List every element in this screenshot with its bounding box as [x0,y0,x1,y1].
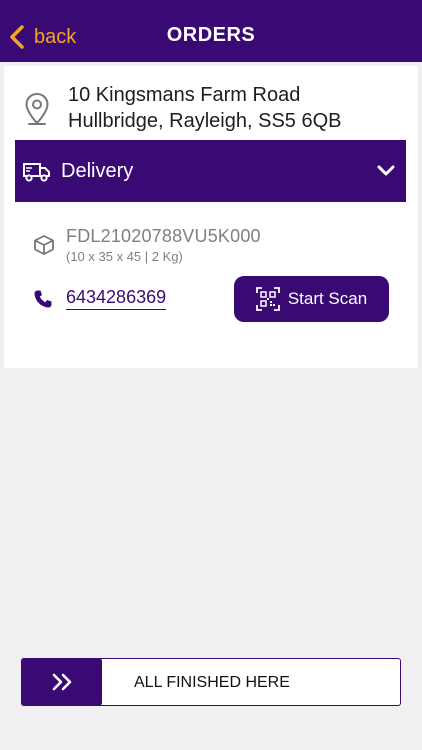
phone-number-link[interactable]: 6434286369 [66,287,167,310]
start-scan-button[interactable]: Start Scan [234,276,389,322]
map-pin-icon [25,92,49,125]
double-chevron-right-icon [52,673,71,691]
delivery-label: Delivery [61,160,134,182]
chevron-down-icon [377,165,395,176]
package-id: FDL21020788VU5K000 [66,226,261,246]
page-title: ORDERS [166,24,256,46]
app-header: back ORDERS [0,0,422,62]
qr-code-icon [255,287,280,311]
order-card: 10 Kingsmans Farm Road Hullbridge, Rayle… [4,66,418,368]
box-icon [34,235,54,255]
truck-icon [23,163,50,182]
all-finished-slider[interactable]: ALL FINISHED HERE [21,658,401,706]
delivery-address: 10 Kingsmans Farm Road Hullbridge, Rayle… [68,82,413,134]
start-scan-label: Start Scan [287,289,368,308]
address-line-2: Hullbridge, Rayleigh, SS5 6QB [68,110,342,132]
package-dimensions: (10 x 35 x 45 | 2 Kg) [66,249,183,264]
delivery-toggle[interactable]: Delivery [15,140,406,202]
phone-icon [34,290,52,308]
address-line-1: 10 Kingsmans Farm Road [68,84,301,106]
all-finished-label: ALL FINISHED HERE [134,674,290,691]
slider-handle[interactable] [21,658,102,706]
